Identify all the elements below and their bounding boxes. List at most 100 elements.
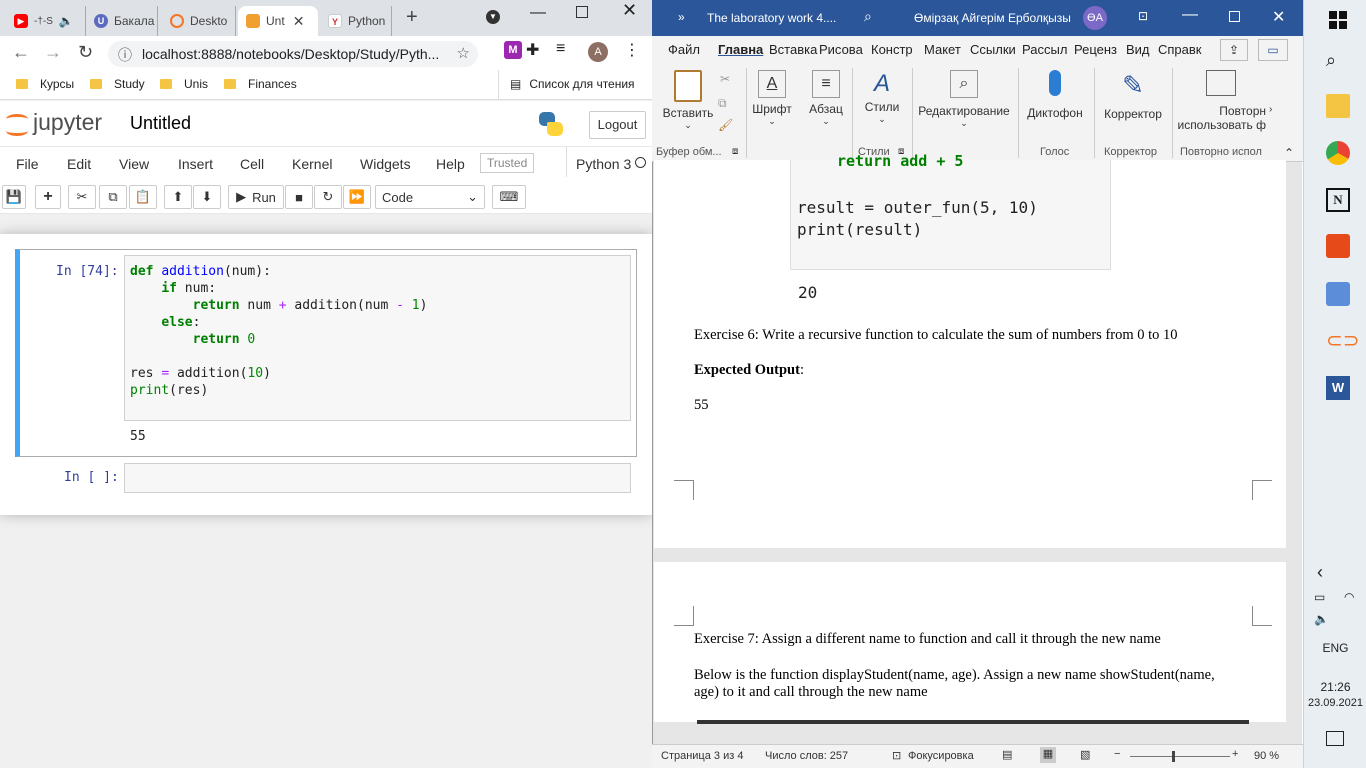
tab-python[interactable]: Y Python — [320, 6, 392, 36]
extension-m-icon[interactable]: M — [504, 41, 522, 59]
tab-youtube[interactable]: ▶ -†-S 🔈 — [6, 6, 86, 36]
office-icon[interactable] — [1326, 234, 1350, 258]
wifi-icon[interactable]: ◠ — [1344, 590, 1354, 604]
restart-icon[interactable]: ↻ — [314, 185, 342, 209]
maximize-icon[interactable] — [576, 6, 588, 18]
expected-output-value[interactable]: 55 — [694, 397, 709, 414]
bookmark-star-icon[interactable]: ☆ — [457, 44, 470, 62]
move-up-icon[interactable]: ⬆ — [164, 185, 192, 209]
comments-icon[interactable]: ▭ — [1258, 39, 1288, 61]
paste-button[interactable]: Вставить ⌄ — [660, 70, 716, 131]
notion-icon[interactable]: N — [1326, 188, 1350, 212]
site-info-icon[interactable]: ⓘ — [118, 45, 132, 65]
cut-icon[interactable]: ✂ — [720, 72, 730, 86]
minimize-icon[interactable]: — — [1182, 6, 1198, 24]
ribbon-scroll-right-icon[interactable]: › — [1269, 104, 1272, 115]
jupyter-app-icon[interactable]: ⊂⊃ — [1326, 328, 1360, 352]
speaker-icon[interactable]: 🔈 — [59, 14, 74, 28]
tab-search-icon[interactable]: ▼ — [486, 10, 500, 24]
status-words[interactable]: Число слов: 257 — [765, 750, 848, 762]
language-indicator[interactable]: ENG — [1304, 641, 1366, 655]
menu-view[interactable]: View — [119, 156, 149, 172]
zoom-slider-thumb[interactable] — [1172, 751, 1175, 762]
tab-layout[interactable]: Макет — [924, 42, 961, 57]
tab-draw[interactable]: Рисова — [819, 42, 863, 57]
menu-file[interactable]: File — [16, 156, 39, 172]
copy-icon[interactable]: ⧉ — [99, 185, 127, 209]
tab-bakala[interactable]: U Бакала — [86, 6, 158, 36]
menu-insert[interactable]: Insert — [178, 156, 213, 172]
cell-type-select[interactable]: Code ⌄ — [375, 185, 485, 209]
insert-cell-icon[interactable]: + — [35, 185, 61, 209]
zoom-slider[interactable] — [1130, 751, 1230, 762]
reuse-files-button[interactable]: Повторн использовать ф — [1176, 70, 1266, 132]
notifications-icon[interactable] — [1326, 731, 1344, 746]
code-editor[interactable]: def addition(num): if num: return num + … — [124, 255, 631, 421]
tab-insert[interactable]: Вставка — [769, 42, 817, 57]
dictate-button[interactable]: Диктофон — [1024, 70, 1086, 120]
menu-edit[interactable]: Edit — [67, 156, 91, 172]
profile-avatar[interactable]: A — [588, 42, 608, 62]
bookmark-finances[interactable]: Finances — [224, 77, 297, 91]
focus-mode-button[interactable]: Фокусировка — [908, 750, 974, 762]
read-mode-icon[interactable]: ▤ — [1002, 748, 1012, 761]
editor-button[interactable]: ✎ Корректор — [1100, 70, 1166, 121]
word-app-icon[interactable]: W — [1326, 376, 1350, 400]
menu-cell[interactable]: Cell — [240, 156, 264, 172]
show-hidden-icons-icon[interactable]: ‹ — [1317, 562, 1323, 583]
web-layout-icon[interactable]: ▧ — [1080, 748, 1090, 761]
bookmark-study[interactable]: Study — [90, 77, 145, 91]
exercise-7-desc-line1[interactable]: Below is the function displayStudent(nam… — [694, 667, 1215, 684]
address-bar[interactable]: ⓘ localhost:8888/notebooks/Desktop/Study… — [108, 41, 478, 67]
clock-date[interactable]: 23.09.2021 — [1304, 697, 1366, 709]
zoom-level[interactable]: 90 % — [1254, 750, 1279, 762]
maximize-icon[interactable] — [1229, 11, 1240, 22]
font-button[interactable]: A Шрифт ⌄ — [750, 70, 794, 127]
close-icon[interactable]: ✕ — [1272, 7, 1285, 27]
exercise-6-text[interactable]: Exercise 6: Write a recursive function t… — [694, 327, 1178, 344]
reload-icon[interactable]: ↻ — [78, 42, 93, 63]
tab-home[interactable]: Главна — [718, 42, 763, 57]
tab-untitled[interactable]: Unt ✕ — [238, 6, 318, 36]
user-name[interactable]: Өмірзақ Айгерім Ерболқызы — [914, 11, 1071, 25]
exercise-7-text[interactable]: Exercise 7: Assign a different name to f… — [694, 631, 1161, 648]
tab-desktop[interactable]: Deskto — [162, 6, 236, 36]
cut-icon[interactable]: ✂ — [68, 185, 96, 209]
fast-forward-icon[interactable]: ⏩ — [343, 185, 371, 209]
dialog-launcher-icon[interactable]: ⧈ — [732, 146, 738, 157]
tab-references[interactable]: Ссылки — [970, 42, 1016, 57]
run-button[interactable]: ▶ Run — [228, 185, 284, 209]
status-page[interactable]: Страница 3 из 4 — [661, 750, 743, 762]
paragraph-button[interactable]: ≡ Абзац ⌄ — [804, 70, 848, 127]
keyboard-icon[interactable]: ⌨ — [492, 185, 526, 209]
qat-more-icon[interactable]: » — [678, 10, 685, 24]
chrome-menu-icon[interactable]: ⋮ — [624, 40, 640, 60]
reading-list-button[interactable]: ▤ Список для чтения — [510, 77, 635, 91]
bookmark-unis[interactable]: Unis — [160, 77, 208, 91]
document-title[interactable]: The laboratory work 4.... — [707, 11, 836, 25]
save-icon[interactable]: 💾 — [2, 185, 26, 209]
back-icon[interactable]: ← — [12, 42, 30, 63]
editing-button[interactable]: ⌕ Редактирование ⌄ — [916, 70, 1012, 129]
empty-code-editor[interactable] — [124, 463, 631, 493]
zoom-out-icon[interactable]: − — [1114, 748, 1120, 760]
close-window-icon[interactable]: ✕ — [622, 0, 637, 21]
code-cell-selected[interactable]: In [74]: def addition(num): if num: retu… — [15, 249, 637, 457]
tab-design[interactable]: Констр — [871, 42, 913, 57]
styles-button[interactable]: A Стили ⌄ — [860, 70, 904, 125]
exercise-7-desc-line2[interactable]: age) to it and call through the new name — [694, 684, 928, 701]
jupyter-logo-text[interactable]: jupyter — [33, 109, 102, 136]
search-icon[interactable]: ⌕ — [1326, 50, 1350, 74]
search-icon[interactable]: ⌕ — [864, 8, 872, 25]
tab-file[interactable]: Файл — [668, 42, 700, 57]
menu-kernel[interactable]: Kernel — [292, 156, 332, 172]
zoom-in-icon[interactable]: + — [1232, 748, 1238, 760]
print-layout-icon[interactable]: ▦ — [1040, 747, 1056, 763]
copy-icon[interactable]: ⧉ — [718, 96, 727, 111]
new-tab-icon[interactable]: + — [406, 6, 418, 29]
minimize-icon[interactable]: — — [530, 4, 546, 22]
format-painter-icon[interactable]: 🖌 — [718, 118, 733, 132]
tab-view[interactable]: Вид — [1126, 42, 1150, 57]
tab-help[interactable]: Справк — [1158, 42, 1201, 57]
trusted-indicator[interactable]: Trusted — [480, 153, 535, 173]
